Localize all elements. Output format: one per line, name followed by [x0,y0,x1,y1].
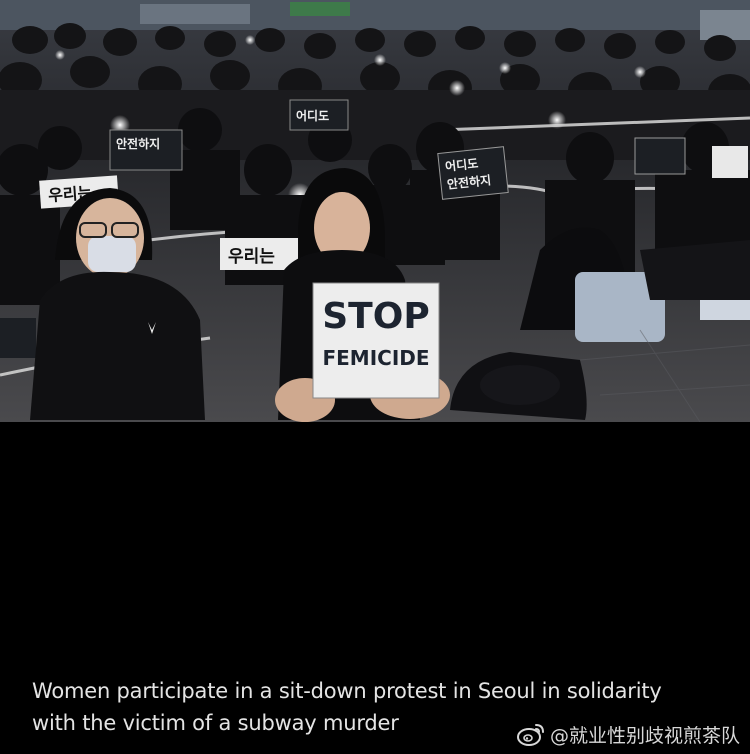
protest-photo-illustration: 우리는 우리는 안전하지 어디도 어디도 안전하지 STOP FEMICIDE [0,0,750,422]
korean-sign-4: 어디도 [296,108,329,123]
watermark: @就业性别歧视煎茶队 [516,719,740,749]
korean-sign-3: 안전하지 [116,136,160,151]
sign-line-2: FEMICIDE [322,346,429,370]
watermark-text: @就业性别歧视煎茶队 [549,724,740,747]
protest-photo: 우리는 우리는 안전하지 어디도 어디도 안전하지 STOP FEMICIDE [0,0,750,422]
sign-line-1: STOP [322,296,429,337]
background-street [0,0,750,30]
korean-sign-2: 우리는 [228,247,275,267]
caption-line-1: Women participate in a sit-down protest … [32,679,662,703]
stop-femicide-sign: STOP FEMICIDE [312,282,440,399]
weibo-icon [516,724,544,746]
